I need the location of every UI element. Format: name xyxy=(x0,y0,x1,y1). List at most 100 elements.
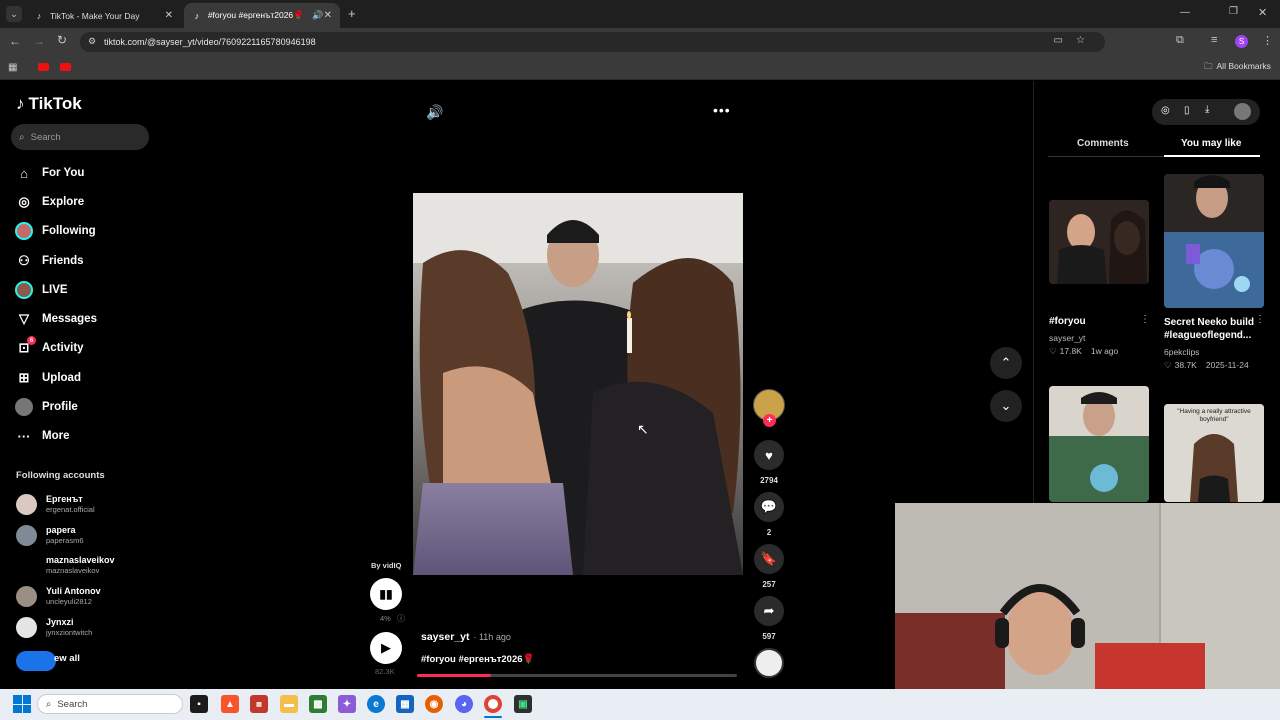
brave-browser-icon[interactable]: ▲ xyxy=(221,695,239,713)
play-button[interactable]: ▶ xyxy=(370,632,402,664)
sidebar-item-label: LIVE xyxy=(42,284,68,296)
sidebar-item-explore[interactable]: ◎ Explore xyxy=(15,191,84,213)
close-window-icon[interactable]: ✕ xyxy=(1258,6,1267,19)
url-bar[interactable]: ⚙ tiktok.com/@sayser_yt/video/7609221165… xyxy=(80,32,1105,52)
terminal-icon[interactable]: ▣ xyxy=(514,695,532,713)
windows-start-icon[interactable] xyxy=(13,695,31,713)
task-view-icon[interactable]: ▪ xyxy=(190,695,208,713)
video-thumbnail[interactable]: "Having a really attractive boyfriend" xyxy=(1164,404,1264,502)
next-video-button[interactable]: ⌄ xyxy=(990,390,1022,422)
youtube-bookmark-icon[interactable] xyxy=(38,63,49,71)
edge-browser-icon[interactable]: e xyxy=(367,695,385,713)
maximize-icon[interactable]: ❐ xyxy=(1229,6,1238,17)
account-name: papera xyxy=(46,525,76,535)
following-account-item[interactable]: Ергенът ergenat.official xyxy=(16,490,95,518)
volume-icon[interactable]: 🔊 xyxy=(426,104,443,121)
post-time: · 11h ago xyxy=(473,632,511,642)
close-tab-icon[interactable]: ✕ xyxy=(324,10,332,21)
video-player[interactable]: ↖ xyxy=(413,193,743,575)
comment-button[interactable]: 💬 xyxy=(754,492,784,522)
close-tab-icon[interactable]: ✕ xyxy=(165,10,173,21)
video-thumbnail[interactable] xyxy=(1049,386,1149,502)
tab-comments[interactable]: Comments xyxy=(1077,138,1129,149)
info-icon[interactable]: ⓘ xyxy=(397,613,405,624)
sidebar-item-following[interactable]: Following xyxy=(15,220,96,242)
following-avatar-icon xyxy=(15,222,33,240)
video-caption[interactable]: #foryou #ергенът2026🌹 xyxy=(421,654,534,665)
apps-grid-icon[interactable]: ▦ xyxy=(8,62,17,73)
sidebar-item-upload[interactable]: ⊞ Upload xyxy=(15,367,81,389)
minimize-icon[interactable]: — xyxy=(1180,7,1190,18)
tiktok-logo[interactable]: ♪ TikTok xyxy=(16,94,82,114)
card-author[interactable]: 6pekclips xyxy=(1164,347,1199,357)
reload-icon[interactable]: ↻ xyxy=(57,33,67,47)
back-icon[interactable]: ← xyxy=(9,34,21,48)
following-account-item[interactable]: Yuli Antonov uncleyuli2812 xyxy=(16,582,101,610)
store-icon[interactable]: ▦ xyxy=(396,695,414,713)
sidebar-item-more[interactable]: ··· More xyxy=(15,425,70,447)
tab-tiktok-home[interactable]: ♪ TikTok - Make Your Day ✕ xyxy=(26,3,181,28)
card-title[interactable]: #foryou xyxy=(1049,316,1086,327)
phone-icon[interactable]: ▯ xyxy=(1184,105,1190,116)
sidebar-item-for-you[interactable]: ⌂ For You xyxy=(15,162,84,184)
music-disc-avatar[interactable] xyxy=(754,648,784,678)
youtube-bookmark-icon[interactable] xyxy=(60,63,71,71)
sidebar-item-activity[interactable]: ⊡ Activity 6 xyxy=(15,336,84,359)
cast-icon[interactable]: ▭ xyxy=(1054,35,1063,46)
video-thumbnail[interactable] xyxy=(1164,174,1264,308)
author-name[interactable]: sayser_yt xyxy=(421,631,469,643)
tab-search-icon[interactable]: ⌄ xyxy=(6,6,22,22)
profile-avatar[interactable]: S xyxy=(1235,35,1248,48)
sidebar-item-profile[interactable]: Profile xyxy=(15,396,78,418)
sidebar-item-messages[interactable]: ▽ Messages xyxy=(15,308,97,330)
save-button[interactable]: 🔖 xyxy=(754,544,784,574)
tab-audio-icon[interactable]: 🔊 xyxy=(312,10,323,21)
new-tab-icon[interactable]: + xyxy=(348,6,356,21)
tab-you-may-like[interactable]: You may like xyxy=(1181,138,1241,149)
previous-video-button[interactable]: ⌃ xyxy=(990,347,1022,379)
search-input[interactable]: ⌕ Search xyxy=(11,124,149,150)
taskbar-search-input[interactable]: ⌕ Search xyxy=(37,694,183,714)
play-icon: ▶ xyxy=(381,640,391,655)
search-icon: ⌕ xyxy=(46,698,52,710)
forward-icon[interactable]: → xyxy=(33,34,45,48)
more-options-icon[interactable]: ••• xyxy=(713,102,731,118)
following-account-item[interactable]: Jynxzi jynxziontwitch xyxy=(16,613,92,641)
vidiq-stats-button[interactable]: ▮▮ xyxy=(370,578,402,610)
site-info-icon[interactable]: ⚙ xyxy=(88,36,96,47)
firefox-icon[interactable]: ◉ xyxy=(425,695,443,713)
card-more-icon[interactable]: ⋮ xyxy=(1140,314,1150,325)
sidebar-item-live[interactable]: LIVE xyxy=(15,279,68,301)
media-controls-icon[interactable]: ≡ xyxy=(1211,34,1217,46)
video-editor-icon[interactable]: ▤ xyxy=(250,695,268,713)
edge-overlay-badge[interactable] xyxy=(16,651,56,671)
download-icon[interactable]: ⤓ xyxy=(1205,104,1209,115)
following-account-item[interactable]: papera paperasm6 xyxy=(16,521,84,549)
tab-current-video[interactable]: ♪ #foryou #ергенът2026🌹 | 🔊 ✕ xyxy=(184,3,340,28)
follow-plus-icon[interactable]: + xyxy=(763,414,776,427)
card-author[interactable]: sayser_yt xyxy=(1049,333,1085,343)
minecraft-icon[interactable]: ▩ xyxy=(309,695,327,713)
share-arrow-icon: ➦ xyxy=(763,603,775,618)
chrome-icon[interactable] xyxy=(484,695,502,713)
file-explorer-icon[interactable]: ▬ xyxy=(280,695,298,713)
bookmark-star-icon[interactable]: ☆ xyxy=(1076,35,1085,46)
menu-kebab-icon[interactable]: ⋮ xyxy=(1262,34,1273,47)
card-title[interactable]: Secret Neeko build #leagueoflegend... xyxy=(1164,316,1256,342)
plus-square-icon: ⊞ xyxy=(18,370,30,385)
view-all-link[interactable]: ew all xyxy=(54,653,80,664)
user-avatar[interactable] xyxy=(1234,103,1251,120)
copilot-icon[interactable]: ✦ xyxy=(338,695,356,713)
card-more-icon[interactable]: ⋮ xyxy=(1255,314,1265,325)
like-button[interactable]: ♥ xyxy=(754,440,784,470)
like-count: 2794 xyxy=(760,476,778,485)
all-bookmarks[interactable]: 🗀 All Bookmarks xyxy=(1204,61,1271,75)
compass-icon[interactable]: ◎ xyxy=(1161,105,1170,116)
video-thumbnail[interactable] xyxy=(1049,200,1149,284)
card-stats: ♡ 38.7K 2025-11-24 xyxy=(1164,360,1249,371)
discord-icon[interactable]: ◕ xyxy=(455,695,473,713)
following-account-item[interactable]: maznaslaveikov maznaslaveikov xyxy=(16,551,115,579)
extensions-icon[interactable]: ⧉ xyxy=(1176,34,1184,47)
sidebar-item-friends[interactable]: ⚇ Friends xyxy=(15,250,83,272)
share-button[interactable]: ➦ xyxy=(754,596,784,626)
